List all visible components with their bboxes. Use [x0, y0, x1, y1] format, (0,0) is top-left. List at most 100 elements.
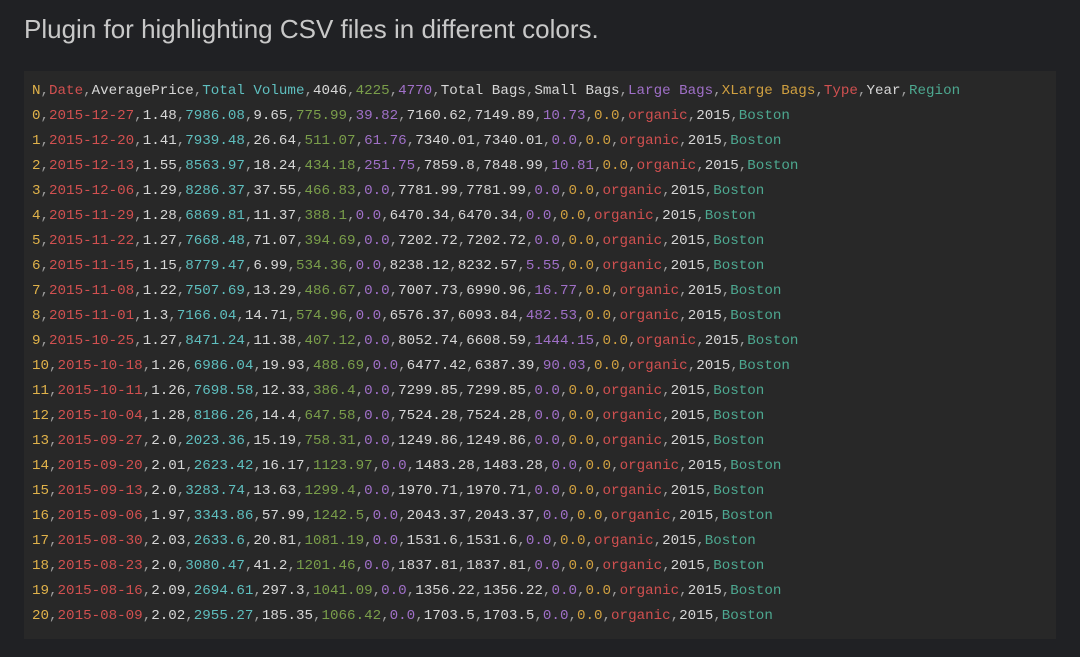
- csv-header-cell: AveragePrice: [92, 83, 194, 99]
- csv-cell: Boston: [713, 258, 764, 274]
- csv-cell: 1531.6: [407, 533, 458, 549]
- csv-cell: 0.0: [586, 583, 612, 599]
- csv-cell: 2015-10-11: [58, 383, 143, 399]
- csv-cell: 8286.37: [185, 183, 245, 199]
- csv-delimiter: ,: [134, 108, 143, 124]
- csv-delimiter: ,: [705, 233, 714, 249]
- csv-delimiter: ,: [49, 508, 58, 524]
- csv-cell: 2.01: [151, 458, 185, 474]
- csv-header-cell: Large Bags: [628, 83, 713, 99]
- csv-delimiter: ,: [41, 108, 50, 124]
- csv-cell: 2015-08-30: [58, 533, 143, 549]
- csv-cell: 0.0: [364, 183, 390, 199]
- csv-cell: 407.12: [304, 333, 355, 349]
- csv-delimiter: ,: [185, 408, 194, 424]
- csv-delimiter: ,: [134, 158, 143, 174]
- csv-cell: Boston: [713, 483, 764, 499]
- csv-cell: 2955.27: [194, 608, 254, 624]
- csv-cell: 2015: [688, 458, 722, 474]
- csv-cell: Boston: [730, 583, 781, 599]
- csv-delimiter: ,: [347, 108, 356, 124]
- csv-cell: 1531.6: [466, 533, 517, 549]
- csv-cell: 1356.22: [483, 583, 543, 599]
- csv-delimiter: ,: [143, 433, 152, 449]
- csv-delimiter: ,: [304, 583, 313, 599]
- csv-delimiter: ,: [730, 358, 739, 374]
- csv-delimiter: ,: [458, 283, 467, 299]
- csv-cell: 2633.6: [194, 533, 245, 549]
- csv-delimiter: ,: [696, 158, 705, 174]
- csv-cell: 7524.28: [466, 408, 526, 424]
- csv-cell: 11: [32, 383, 49, 399]
- csv-delimiter: ,: [705, 383, 714, 399]
- csv-cell: 2015: [688, 583, 722, 599]
- csv-delimiter: ,: [398, 533, 407, 549]
- csv-cell: Boston: [705, 533, 756, 549]
- csv-delimiter: ,: [253, 358, 262, 374]
- csv-cell: 6576.37: [390, 308, 450, 324]
- csv-cell: 37.55: [253, 183, 296, 199]
- csv-delimiter: ,: [551, 208, 560, 224]
- csv-cell: organic: [620, 283, 680, 299]
- csv-cell: 15: [32, 483, 49, 499]
- csv-cell: 2.0: [151, 558, 177, 574]
- csv-delimiter: ,: [356, 283, 365, 299]
- csv-cell: 6608.59: [466, 333, 526, 349]
- csv-cell: organic: [628, 108, 688, 124]
- csv-delimiter: ,: [517, 208, 526, 224]
- csv-delimiter: ,: [679, 458, 688, 474]
- csv-delimiter: ,: [586, 108, 595, 124]
- csv-delimiter: ,: [347, 208, 356, 224]
- csv-cell: Boston: [713, 408, 764, 424]
- csv-delimiter: ,: [134, 233, 143, 249]
- csv-header-cell: Year: [866, 83, 900, 99]
- csv-delimiter: ,: [551, 533, 560, 549]
- csv-delimiter: ,: [41, 308, 50, 324]
- csv-delimiter: ,: [185, 383, 194, 399]
- csv-cell: Boston: [730, 283, 781, 299]
- csv-cell: 20: [32, 608, 49, 624]
- csv-cell: 0.0: [560, 208, 586, 224]
- csv-delimiter: ,: [679, 133, 688, 149]
- csv-cell: 8563.97: [185, 158, 245, 174]
- csv-cell: 6986.04: [194, 358, 254, 374]
- csv-delimiter: ,: [662, 183, 671, 199]
- csv-cell: Boston: [747, 333, 798, 349]
- csv-cell: 7340.01: [415, 133, 475, 149]
- csv-cell: Boston: [713, 433, 764, 449]
- csv-cell: 482.53: [526, 308, 577, 324]
- csv-cell: Boston: [713, 383, 764, 399]
- csv-cell: 2023.36: [185, 433, 245, 449]
- csv-cell: 1.28: [143, 208, 177, 224]
- csv-delimiter: ,: [313, 608, 322, 624]
- csv-cell: 2: [32, 158, 41, 174]
- csv-delimiter: ,: [41, 233, 50, 249]
- csv-delimiter: ,: [49, 483, 58, 499]
- csv-cell: Boston: [739, 108, 790, 124]
- csv-cell: 1837.81: [398, 558, 458, 574]
- csv-delimiter: ,: [722, 583, 731, 599]
- csv-header-cell: XLarge Bags: [722, 83, 816, 99]
- csv-delimiter: ,: [134, 133, 143, 149]
- csv-cell: 574.96: [296, 308, 347, 324]
- csv-cell: 6990.96: [466, 283, 526, 299]
- csv-delimiter: ,: [594, 158, 603, 174]
- csv-delimiter: ,: [185, 608, 194, 624]
- csv-cell: 2015-11-22: [49, 233, 134, 249]
- csv-cell: organic: [620, 458, 680, 474]
- csv-delimiter: ,: [458, 233, 467, 249]
- csv-cell: 8779.47: [185, 258, 245, 274]
- csv-cell: 2015: [662, 533, 696, 549]
- csv-delimiter: ,: [49, 583, 58, 599]
- csv-delimiter: ,: [534, 108, 543, 124]
- csv-delimiter: ,: [705, 483, 714, 499]
- csv-delimiter: ,: [654, 208, 663, 224]
- csv-cell: 2015-12-13: [49, 158, 134, 174]
- csv-cell: 2623.42: [194, 458, 254, 474]
- csv-cell: 2015-11-29: [49, 208, 134, 224]
- csv-cell: 394.69: [304, 233, 355, 249]
- csv-delimiter: ,: [253, 583, 262, 599]
- csv-delimiter: ,: [381, 258, 390, 274]
- csv-delimiter: ,: [356, 133, 365, 149]
- csv-header-cell: Total Volume: [202, 83, 304, 99]
